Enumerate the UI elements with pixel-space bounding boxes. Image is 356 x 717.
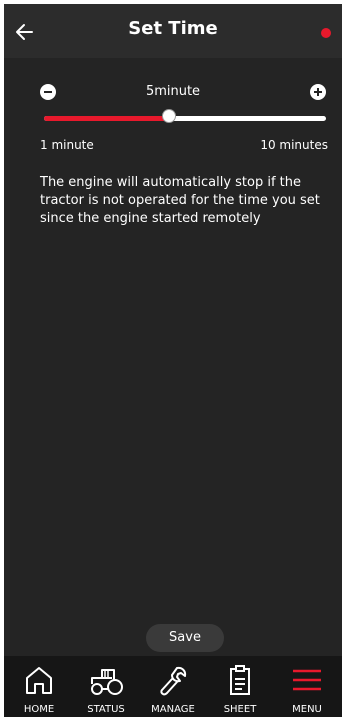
slider-min-label: 1 minute — [40, 138, 94, 152]
nav-item-status[interactable]: STATUS — [75, 656, 137, 717]
hamburger-menu-icon — [293, 669, 321, 691]
status-dot — [321, 28, 331, 38]
wrench-icon — [160, 666, 187, 696]
home-icon — [26, 667, 52, 694]
tractor-icon — [91, 669, 123, 695]
nav-item-sheet[interactable]: SHEET — [209, 656, 271, 717]
page-title: Set Time — [128, 18, 218, 39]
set-time-screen: Set Time 5minute 1 minute 10 minutes The… — [4, 4, 342, 717]
nav-item-menu[interactable]: MENU — [276, 656, 338, 717]
slider-value-label: 5minute — [145, 84, 201, 99]
phone-frame: Set Time 5minute 1 minute 10 minutes The… — [0, 0, 356, 717]
time-slider-track[interactable] — [44, 116, 326, 121]
description-text: The engine will automatically stop if th… — [40, 175, 320, 226]
time-slider-thumb[interactable] — [162, 109, 176, 123]
nav-label-menu: MENU — [292, 704, 322, 715]
increase-button[interactable] — [310, 84, 326, 100]
nav-item-home[interactable]: HOME — [8, 656, 70, 717]
header: Set Time — [4, 4, 342, 58]
clipboard-icon — [230, 665, 250, 695]
nav-item-manage[interactable]: MANAGE — [142, 656, 204, 717]
bottom-nav: HOME STATUS MANAGE SHEET MENU — [4, 656, 342, 717]
nav-label-sheet: SHEET — [223, 704, 257, 715]
nav-label-home: HOME — [23, 704, 55, 715]
nav-label-manage: MANAGE — [151, 704, 195, 715]
nav-label-status: STATUS — [87, 704, 125, 715]
slider-max-label: 10 minutes — [260, 138, 328, 152]
time-slider-fill — [44, 116, 169, 121]
save-button[interactable]: Save — [146, 624, 224, 652]
